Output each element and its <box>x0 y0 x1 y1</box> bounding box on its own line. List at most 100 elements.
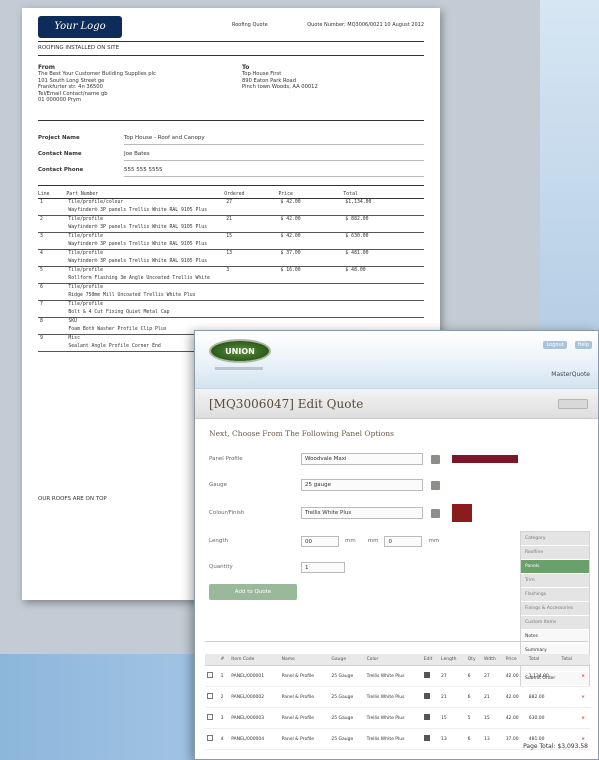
lookup-icon[interactable] <box>431 480 440 490</box>
grid-column-header[interactable]: Wdth <box>481 654 504 666</box>
row-checkbox-cell[interactable] <box>205 728 219 750</box>
grid-column-header[interactable]: Color <box>364 654 422 666</box>
length-input-2[interactable]: 0 <box>384 535 423 547</box>
table-row: 3 Tile/profile 15 $ 42.00 $ 630.00 <box>38 233 424 241</box>
lookup-icon[interactable] <box>431 454 440 464</box>
divider <box>38 119 424 121</box>
line-total <box>343 318 424 326</box>
grid-row: 2 PANEL/000002 Panel & Profile 25 Gauge Trel… <box>205 686 590 708</box>
divider <box>205 641 588 642</box>
ordered-qty <box>224 284 278 292</box>
delete-cell[interactable]: × <box>579 686 590 708</box>
grid-column-header[interactable]: Item Code <box>229 654 280 666</box>
ordered-qty: 13 <box>226 251 233 257</box>
item-description: Ridge 750mm Mill Uncoated Trellis White … <box>66 292 424 302</box>
row-checkbox[interactable] <box>207 735 213 741</box>
length-input-1[interactable]: 00 <box>301 535 339 547</box>
grid-cell: 27 <box>439 665 466 687</box>
document-header-right: Quote Number: MQ3006/0021 10 August 2012 <box>307 22 424 28</box>
quantity-input[interactable]: 1 <box>301 561 345 573</box>
side-menu-item[interactable]: Panels <box>521 560 589 574</box>
quantity-label: Quantity <box>209 564 233 570</box>
row-checkbox[interactable] <box>207 672 213 678</box>
row-checkbox-cell[interactable] <box>205 665 219 687</box>
panel-profile-select[interactable]: Woodvale Maxi <box>301 453 423 465</box>
item-description: Bolt & 4 Cut Fixing Quiet Metal Cap <box>66 309 424 319</box>
edit-cell[interactable] <box>421 665 440 687</box>
help-link[interactable]: Help <box>574 341 592 349</box>
grid-column-header[interactable]: Edit <box>421 654 440 666</box>
edit-icon[interactable] <box>423 714 430 720</box>
grid-column-header[interactable]: Gauge <box>329 654 365 666</box>
document-subtitle: ROOFING INSTALLED ON SITE <box>38 45 120 51</box>
gauge-select[interactable]: 25 gauge <box>301 479 423 491</box>
grid-cell: 2 <box>218 686 230 708</box>
grid-column-header[interactable]: Price <box>503 654 527 666</box>
delete-icon[interactable]: × <box>581 737 585 742</box>
unit-price: $ 16.00 <box>280 268 301 274</box>
grid-row: 1 PANEL/000001 Panel & Profile 25 Gauge Trel… <box>205 665 590 687</box>
lookup-icon[interactable] <box>431 508 440 518</box>
row-checkbox-cell[interactable] <box>205 686 219 708</box>
logout-link[interactable]: Logout <box>543 341 567 349</box>
grid-column-header[interactable]: Total <box>526 654 560 666</box>
delete-icon[interactable]: × <box>581 716 585 721</box>
item-description: Wayfinder® 3P panels Trellis White RAL 9… <box>66 224 424 234</box>
table-row: 1 Tile/profile/colour 27 $ 42.00 $1,134.00 <box>38 199 424 207</box>
ordered-qty: 27 <box>226 200 233 206</box>
grid-cell: 25 Gauge <box>329 665 365 687</box>
edit-icon[interactable] <box>423 693 430 699</box>
grid-column-header[interactable]: Qty <box>465 654 482 666</box>
side-menu-item[interactable]: Category <box>521 532 589 546</box>
grid-cell: 882.00 <box>526 686 560 708</box>
delete-cell[interactable]: × <box>579 665 590 687</box>
side-menu-item[interactable]: Custom Items <box>521 616 589 630</box>
table-row-description: Bolt & 4 Cut Fixing Quiet Metal Cap <box>38 309 424 319</box>
grid-column-header[interactable]: # <box>218 654 230 666</box>
project-value: 555 555 5555 <box>124 167 424 177</box>
delete-icon[interactable]: × <box>581 674 585 679</box>
grid-cell: 3 <box>218 707 230 729</box>
grid-column-header[interactable]: Total <box>559 654 580 666</box>
side-menu-item[interactable]: Flashings <box>521 588 589 602</box>
column-header: Total <box>343 191 424 200</box>
divider <box>38 184 424 186</box>
project-details: Project Name Top House - Roof and Canopy … <box>38 135 424 177</box>
row-checkbox[interactable] <box>207 714 213 720</box>
delete-cell[interactable]: × <box>579 707 590 729</box>
grid-cell: Panel & Profile <box>279 665 330 687</box>
table-row: 6 Tile/profile <box>38 284 424 292</box>
edit-icon[interactable] <box>423 735 430 741</box>
edit-cell[interactable] <box>421 707 440 729</box>
union-logo[interactable]: UNION <box>209 339 271 363</box>
grid-column-header[interactable] <box>205 654 219 666</box>
side-menu-item[interactable]: Fixings & Accessories <box>521 602 589 616</box>
side-menu-item[interactable]: Roofline <box>521 546 589 560</box>
side-menu-item[interactable]: Trim <box>521 574 589 588</box>
from-heading: From <box>38 63 56 71</box>
ordered-qty: 21 <box>226 217 233 223</box>
row-checkbox-cell[interactable] <box>205 707 219 729</box>
part-number: Tile/profile <box>68 285 104 291</box>
edit-cell[interactable] <box>421 728 440 750</box>
grid-column-header[interactable]: Length <box>439 654 466 666</box>
delete-icon[interactable]: × <box>581 695 585 700</box>
row-checkbox[interactable] <box>207 693 213 699</box>
part-number: Tile/profile <box>68 217 104 223</box>
title-action-button[interactable] <box>558 399 588 409</box>
document-header-meta: Roofing Quote Quote Number: MQ3006/0021 … <box>232 22 424 28</box>
grid-column-header[interactable] <box>579 654 590 666</box>
line-total: $ 481.00 <box>345 251 369 257</box>
grid-cell: 25 Gauge <box>329 707 365 729</box>
line-number: 3 <box>40 234 43 240</box>
ordered-qty <box>224 301 278 309</box>
row-extra-cell <box>559 686 580 708</box>
edit-cell[interactable] <box>421 686 440 708</box>
part-number: Tile/profile/colour <box>68 200 124 206</box>
edit-icon[interactable] <box>423 672 430 678</box>
colour-select[interactable]: Trellis White Plus <box>301 507 423 519</box>
grid-column-header[interactable]: Name <box>279 654 330 666</box>
app-window: UNION Logout Help MasterQuote [MQ3006047… <box>194 330 599 760</box>
document-header-center: Roofing Quote <box>232 22 268 28</box>
add-to-quote-button[interactable]: Add to Quote <box>209 584 297 600</box>
